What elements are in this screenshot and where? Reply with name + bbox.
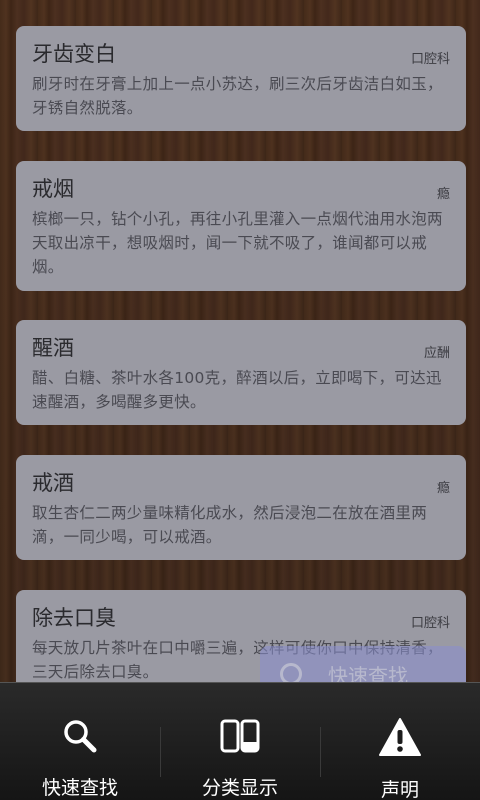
item-title: 戒烟 xyxy=(32,177,74,201)
warning-icon xyxy=(378,717,422,757)
options-menu: 快速查找 分类显示 声明 xyxy=(0,682,480,800)
panels-icon xyxy=(220,717,260,755)
item-title: 除去口臭 xyxy=(32,606,116,630)
menu-item-label: 快速查找 xyxy=(41,777,118,799)
list-item[interactable]: 牙齿变白 口腔科 刷牙时在牙膏上加上一点小苏达，刷三次后牙齿洁白如玉，牙锈自然脱… xyxy=(16,26,466,131)
item-category: 应酬 xyxy=(423,346,450,361)
menu-item-label: 分类显示 xyxy=(201,777,278,799)
item-title: 牙齿变白 xyxy=(32,42,116,66)
item-title: 醒酒 xyxy=(32,336,74,360)
item-body: 刷牙时在牙膏上加上一点小苏达，刷三次后牙齿洁白如玉，牙锈自然脱落。 xyxy=(32,75,443,117)
item-category: 口腔科 xyxy=(410,616,450,631)
list-item[interactable]: 戒烟 瘾 槟榔一只，钻个小孔，再往小孔里灌入一点烟代油用水泡两天取出凉干，想吸烟… xyxy=(16,161,466,291)
menu-item-label: 声明 xyxy=(380,779,419,800)
item-body: 醋、白糖、茶叶水各100克，醉酒以后，立即喝下，可达迅速醒酒，多喝醒多更快。 xyxy=(32,369,442,411)
list-item[interactable]: 醒酒 应酬 醋、白糖、茶叶水各100克，醉酒以后，立即喝下，可达迅速醒酒，多喝醒… xyxy=(16,320,466,425)
item-category: 口腔科 xyxy=(410,52,450,67)
item-body: 槟榔一只，钻个小孔，再往小孔里灌入一点烟代油用水泡两天取出凉干，想吸烟时，闻一下… xyxy=(32,210,443,276)
list-item[interactable]: 戒酒 瘾 取生杏仁二两少量味精化成水，然后浸泡二在放在酒里两滴，一同少喝，可以戒… xyxy=(16,455,466,560)
menu-item-quick-search[interactable]: 快速查找 xyxy=(0,683,160,800)
item-category: 瘾 xyxy=(436,187,450,202)
menu-item-disclaimer[interactable]: 声明 xyxy=(320,683,480,800)
item-body: 取生杏仁二两少量味精化成水，然后浸泡二在放在酒里两滴，一同少喝，可以戒酒。 xyxy=(32,504,428,546)
item-category: 瘾 xyxy=(436,481,450,496)
search-icon xyxy=(62,717,98,755)
item-title: 戒酒 xyxy=(32,471,74,495)
menu-item-category-view[interactable]: 分类显示 xyxy=(160,683,320,800)
